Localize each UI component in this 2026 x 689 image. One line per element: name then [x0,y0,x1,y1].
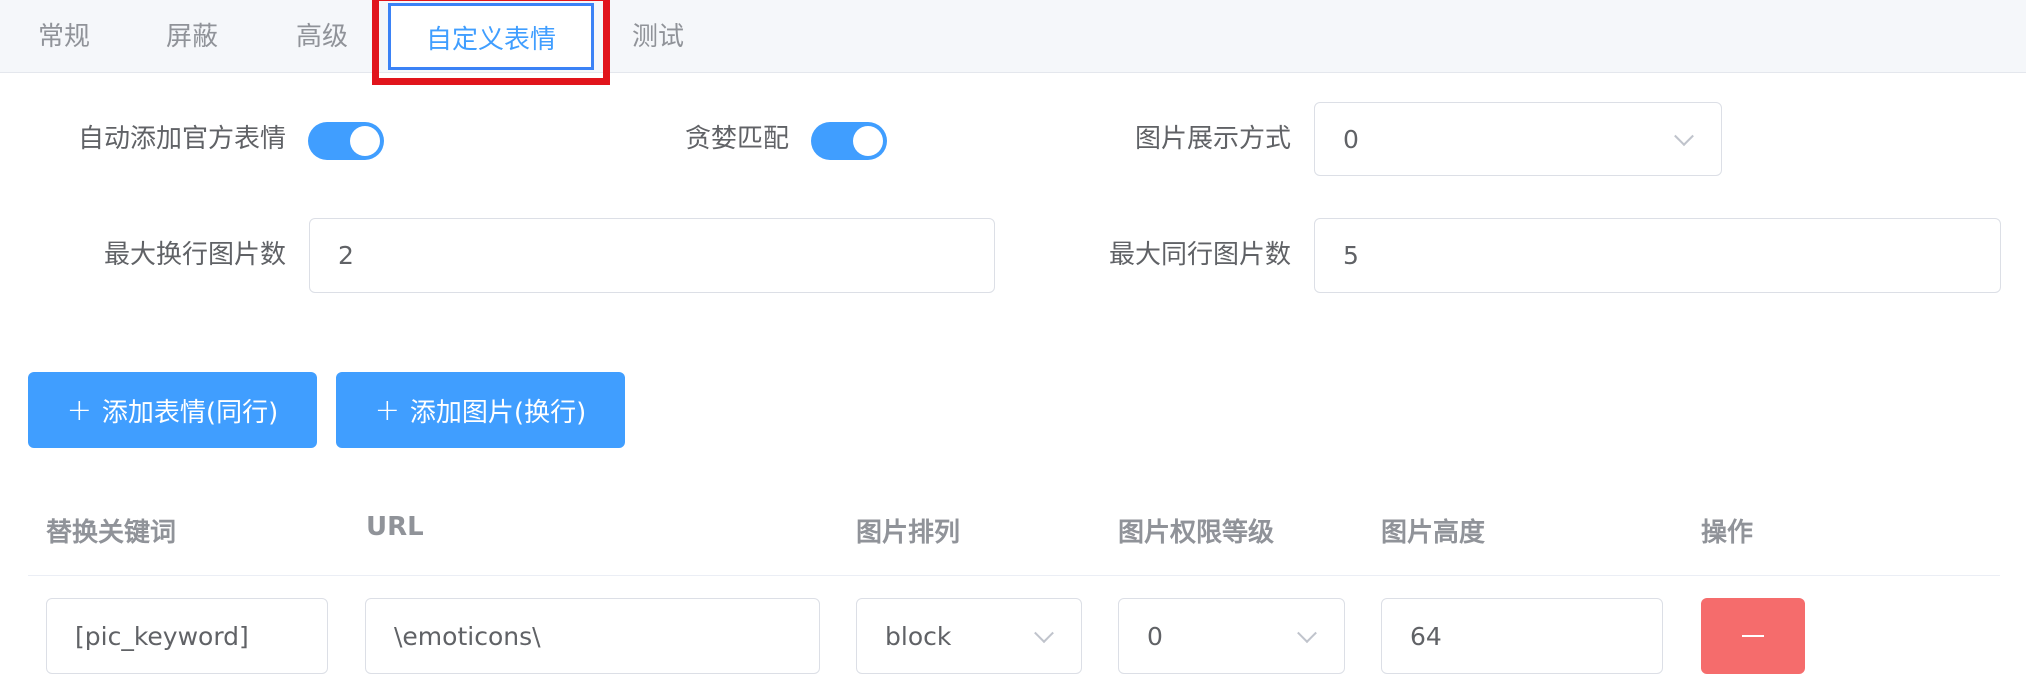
tab-bar: 常规 屏蔽 高级 自定义表情 测试 [0,0,2026,73]
auto-official-label: 自动添加官方表情 [77,124,286,154]
switch-knob [350,126,380,156]
height-input[interactable]: 64 [1381,598,1663,674]
greedy-match-switch[interactable] [811,122,887,160]
arrange-value: block [885,621,952,651]
max-break-input[interactable]: 2 [309,218,995,293]
tab-block[interactable]: 屏蔽 [166,0,218,73]
max-break-value: 2 [338,241,354,270]
header-arrange: 图片排列 [856,518,961,548]
header-url: URL [366,512,424,542]
delete-row-button[interactable] [1701,598,1805,674]
tab-general[interactable]: 常规 [38,0,90,73]
keyword-value: [pic_keyword] [75,621,249,651]
greedy-match-label: 贪婪匹配 [684,124,789,154]
minus-icon [1742,635,1764,637]
chevron-down-icon [1034,623,1054,644]
arrange-select[interactable]: block [856,598,1082,674]
add-image-button[interactable]: + 添加图片(换行) [336,372,625,448]
chevron-down-icon [1674,126,1694,147]
display-mode-value: 0 [1343,124,1359,154]
tab-test[interactable]: 测试 [632,0,684,73]
url-value: \emoticons\ [394,621,541,651]
max-break-label: 最大换行图片数 [103,240,286,270]
auto-official-switch[interactable] [308,122,384,160]
highlight-annotation [372,0,610,85]
header-keyword: 替换关键词 [46,518,177,548]
switch-knob [853,126,883,156]
add-image-label: 添加图片(换行) [409,397,587,428]
header-height: 图片高度 [1381,518,1486,548]
url-input[interactable]: \emoticons\ [365,598,820,674]
level-select[interactable]: 0 [1118,598,1345,674]
table-divider [28,575,2000,576]
display-mode-label: 图片展示方式 [1134,124,1291,154]
chevron-down-icon [1297,623,1317,644]
add-emoji-label: 添加表情(同行) [101,397,279,428]
keyword-input[interactable]: [pic_keyword] [46,598,328,674]
add-emoji-button[interactable]: + 添加表情(同行) [28,372,317,448]
plus-icon: + [374,392,400,428]
max-inline-label: 最大同行图片数 [1108,240,1291,270]
header-level: 图片权限等级 [1118,518,1275,548]
header-action: 操作 [1701,518,1754,548]
plus-icon: + [66,392,92,428]
max-inline-input[interactable]: 5 [1314,218,2001,293]
level-value: 0 [1147,621,1163,651]
display-mode-select[interactable]: 0 [1314,102,1722,176]
height-value: 64 [1410,621,1442,651]
max-inline-value: 5 [1343,241,1359,270]
tab-advanced[interactable]: 高级 [296,0,348,73]
